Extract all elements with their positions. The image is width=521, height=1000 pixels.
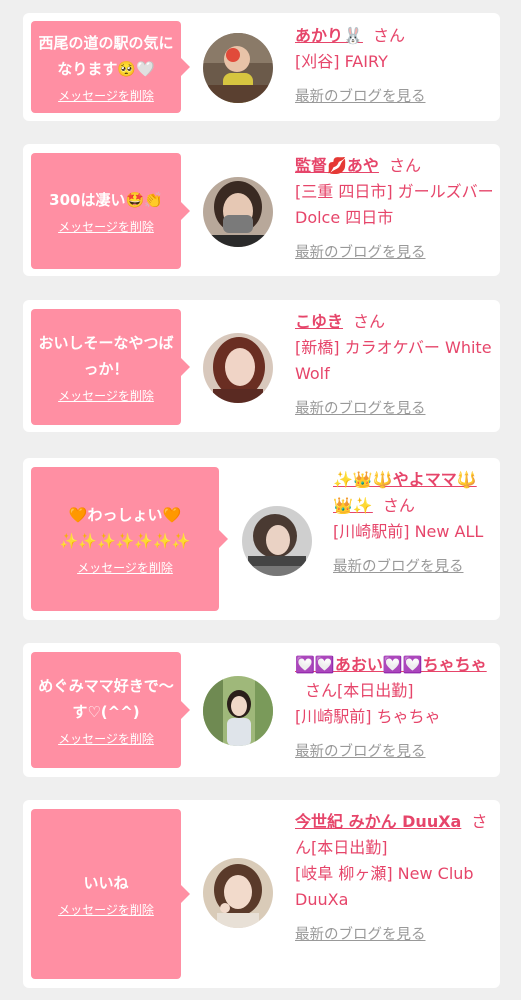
message-bubble: めぐみママ好きで〜す♡(^^) メッセージを削除 xyxy=(31,652,190,768)
message-bubble: 300は凄い🤩👏 メッセージを削除 xyxy=(31,153,190,269)
avatar[interactable] xyxy=(242,506,312,576)
shop-info: [川崎駅前] New ALL xyxy=(333,522,484,541)
message-text: めぐみママ好きで〜す♡(^^) xyxy=(38,677,174,721)
honorific: さん xyxy=(372,26,405,45)
delete-message-button[interactable]: メッセージを削除 xyxy=(58,731,154,747)
user-info: こゆき さん [新橋] カラオケバー White Wolf 最新のブログを見る xyxy=(295,309,495,419)
view-blog-link[interactable]: 最新のブログを見る xyxy=(295,925,495,945)
message-card: 300は凄い🤩👏 メッセージを削除 監督💋あや さん [三重 四日市] ガールズバ… xyxy=(23,144,500,276)
message-bubble: 西尾の道の駅の気になります🥺🤍 メッセージを削除 xyxy=(31,21,190,113)
user-name-link[interactable]: あかり🐰 xyxy=(295,26,363,45)
message-bubble: おいしそーなやつばっか！ メッセージを削除 xyxy=(31,309,190,425)
view-blog-link[interactable]: 最新のブログを見る xyxy=(295,399,495,419)
delete-message-button[interactable]: メッセージを削除 xyxy=(58,219,154,235)
user-info: 💟💟あおい💟💟ちゃちゃさん[本日出勤] [川崎駅前] ちゃちゃ 最新のブログを見… xyxy=(295,652,495,762)
delete-message-button[interactable]: メッセージを削除 xyxy=(58,902,154,918)
delete-message-button[interactable]: メッセージを削除 xyxy=(58,88,154,104)
avatar[interactable] xyxy=(203,33,273,103)
avatar[interactable] xyxy=(203,858,273,928)
user-name-link[interactable]: 今世紀 みかん DuuXa xyxy=(295,812,461,831)
user-info: 今世紀 みかん DuuXa さん[本日出勤] [岐阜 柳ヶ瀬] New Club … xyxy=(295,809,495,945)
message-card: いいね メッセージを削除 今世紀 みかん DuuXa さん[本日出勤] [岐阜 柳… xyxy=(23,800,500,988)
shop-info: [新橋] カラオケバー White Wolf xyxy=(295,338,492,383)
message-card: めぐみママ好きで〜す♡(^^) メッセージを削除 💟💟あおい💟💟ちゃちゃさん[本… xyxy=(23,643,500,777)
user-info: 監督💋あや さん [三重 四日市] ガールズバー Dolce 四日市 最新のブログ… xyxy=(295,153,495,263)
user-name-link[interactable]: 監督💋あや xyxy=(295,156,379,175)
message-text: 300は凄い🤩👏 xyxy=(49,191,163,209)
avatar[interactable] xyxy=(203,676,273,746)
honorific: さん xyxy=(382,496,415,515)
avatar[interactable] xyxy=(203,333,273,403)
shop-info: [三重 四日市] ガールズバー Dolce 四日市 xyxy=(295,182,494,227)
honorific: さん xyxy=(388,156,421,175)
message-text: いいね xyxy=(83,874,129,892)
shop-info: [岐阜 柳ヶ瀬] New Club DuuXa xyxy=(295,864,474,909)
user-info: あかり🐰 さん [刈谷] FAIRY 最新のブログを見る xyxy=(295,23,495,107)
message-text: 🧡わっしょい🧡 ✨✨✨✨✨✨✨ xyxy=(59,506,191,550)
honorific: さん xyxy=(305,681,338,700)
message-text: 西尾の道の駅の気になります🥺🤍 xyxy=(38,34,174,78)
message-card: おいしそーなやつばっか！ メッセージを削除 こゆき さん [新橋] カラオケバー … xyxy=(23,300,500,432)
avatar[interactable] xyxy=(203,177,273,247)
user-info: ✨👑🔱やよママ🔱👑✨ さん [川崎駅前] New ALL 最新のブログを見る xyxy=(333,467,495,577)
message-text: おいしそーなやつばっか！ xyxy=(38,334,174,378)
status-badge: [本日出勤] xyxy=(311,838,388,857)
delete-message-button[interactable]: メッセージを削除 xyxy=(58,388,154,404)
view-blog-link[interactable]: 最新のブログを見る xyxy=(295,742,495,762)
shop-info: [川崎駅前] ちゃちゃ xyxy=(295,707,441,726)
message-bubble: いいね メッセージを削除 xyxy=(31,809,190,979)
status-badge: [本日出勤] xyxy=(337,681,414,700)
shop-info: [刈谷] FAIRY xyxy=(295,52,388,71)
user-name-link[interactable]: 💟💟あおい💟💟ちゃちゃ xyxy=(295,655,487,674)
delete-message-button[interactable]: メッセージを削除 xyxy=(77,560,173,576)
honorific: さん xyxy=(353,312,386,331)
view-blog-link[interactable]: 最新のブログを見る xyxy=(295,87,495,107)
message-bubble: 🧡わっしょい🧡 ✨✨✨✨✨✨✨ メッセージを削除 xyxy=(31,467,228,611)
message-card: 🧡わっしょい🧡 ✨✨✨✨✨✨✨ メッセージを削除 ✨👑🔱やよママ🔱👑✨ さん [川… xyxy=(23,458,500,620)
user-name-link[interactable]: こゆき xyxy=(295,312,343,331)
view-blog-link[interactable]: 最新のブログを見る xyxy=(333,557,495,577)
message-card: 西尾の道の駅の気になります🥺🤍 メッセージを削除 あかり🐰 さん [刈谷] FAI… xyxy=(23,13,500,121)
view-blog-link[interactable]: 最新のブログを見る xyxy=(295,243,495,263)
